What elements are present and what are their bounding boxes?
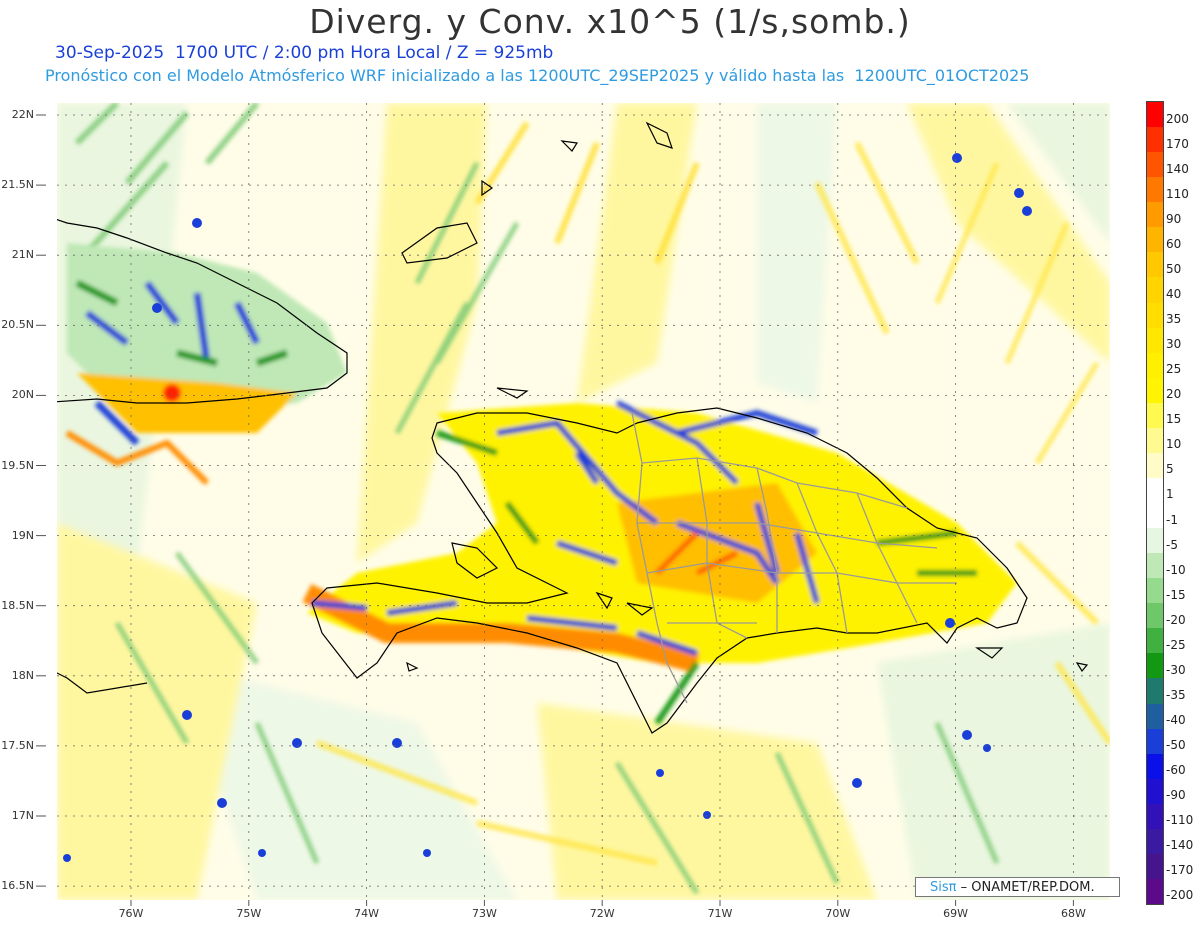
colorbar-label: 30 [1166,337,1182,352]
colorbar-segment [1147,327,1163,353]
colorbar-label: 200 [1166,111,1189,126]
colorbar-segment [1147,227,1163,253]
colorbar-label: 25 [1166,362,1182,377]
colorbar-segment [1147,853,1163,879]
colorbar-segment [1147,427,1163,453]
lat-label: 20.5N [1,318,34,332]
colorbar-segment [1147,578,1163,604]
colorbar-segment [1147,728,1163,754]
lon-label: 68W [1060,907,1086,920]
colorbar-label: -110 [1166,813,1194,828]
colorbar-segment [1147,703,1163,729]
lon-label: 73W [471,907,497,920]
colorbar-label: 40 [1166,286,1182,301]
colorbar-segment [1147,528,1163,554]
lat-label: 17N [11,809,34,822]
colorbar-label: -200 [1166,888,1194,903]
colorbar-segment [1147,753,1163,779]
colorbar-segment [1147,477,1163,503]
lat-label: 21.5N [1,178,34,192]
colorbar-segment [1147,127,1163,153]
lon-label: 76W [118,907,144,920]
colorbar-segment [1147,503,1163,529]
lon-label: 75W [236,907,262,920]
lat-label: 16.5N [1,879,34,893]
colorbar-segment [1147,828,1163,854]
colorbar-segment [1147,402,1163,428]
colorbar-label: 5 [1166,462,1174,477]
colorbar-segment [1147,628,1163,654]
lat-label: 19.5N [1,458,34,472]
colorbar-label: 35 [1166,312,1182,327]
colorbar-label: -90 [1166,788,1186,803]
colorbar-label: 10 [1166,437,1182,452]
colorbar-label: 140 [1166,161,1189,176]
lat-label: 22N [11,108,34,121]
axes-overlay [36,103,1110,906]
lat-label: 19N [11,528,34,542]
colorbar-label: 15 [1166,412,1182,427]
colorbar-label: -15 [1166,587,1186,602]
colorbar-segment [1147,177,1163,203]
colorbar-label: -50 [1166,738,1186,753]
colorbar-label: -140 [1166,838,1194,853]
colorbar-segment [1147,778,1163,804]
colorbar-label: -30 [1166,662,1186,677]
lon-label: 70W [825,907,851,920]
colorbar-segment [1147,277,1163,303]
colorbar-label: -35 [1166,687,1186,702]
colorbar-label: -20 [1166,612,1186,627]
colorbar-segment [1147,452,1163,478]
colorbar-segment [1147,102,1163,128]
colorbar-label: 60 [1166,236,1182,251]
lat-label: 18N [11,668,34,682]
colorbar-label: -60 [1166,763,1186,778]
lon-label: 69W [943,907,969,920]
colorbar-segment [1147,352,1163,378]
colorbar-label: -170 [1166,863,1194,878]
colorbar-segment [1147,803,1163,829]
colorbar-segment [1147,553,1163,579]
colorbar-label: 170 [1166,136,1189,151]
lat-label: 20N [11,388,34,402]
colorbar-label: 110 [1166,186,1189,201]
credit-brand: Sisπ [930,880,957,895]
colorbar-label: 90 [1166,211,1182,226]
credit-text: – ONAMET/REP.DOM. [956,880,1095,895]
colorbar-segment [1147,202,1163,228]
colorbar-label: -25 [1166,637,1186,652]
colorbar-segment [1147,377,1163,403]
colorbar-label: -5 [1166,537,1178,552]
colorbar-label: -10 [1166,562,1186,577]
colorbar-label: 1 [1166,487,1174,502]
credit-box: Sisπ – ONAMET/REP.DOM. [915,877,1120,897]
colorbar-segment [1147,152,1163,178]
colorbar-label: 20 [1166,387,1182,402]
lat-label: 17.5N [1,738,34,752]
colorbar-label: -40 [1166,713,1186,728]
lon-label: 74W [354,907,380,920]
lat-label: 21N [11,248,34,262]
colorbar-segment [1147,678,1163,704]
colorbar-label: 50 [1166,261,1182,276]
colorbar-label: -1 [1166,512,1178,527]
colorbar-segment [1147,603,1163,629]
colorbar-segment [1147,302,1163,328]
colorbar-segment [1147,878,1163,904]
colorbar-segment [1147,252,1163,278]
colorbar [1146,101,1164,905]
lat-label: 18.5N [1,598,34,612]
lon-label: 72W [589,907,615,920]
lon-label: 71W [707,907,733,920]
colorbar-segment [1147,653,1163,679]
